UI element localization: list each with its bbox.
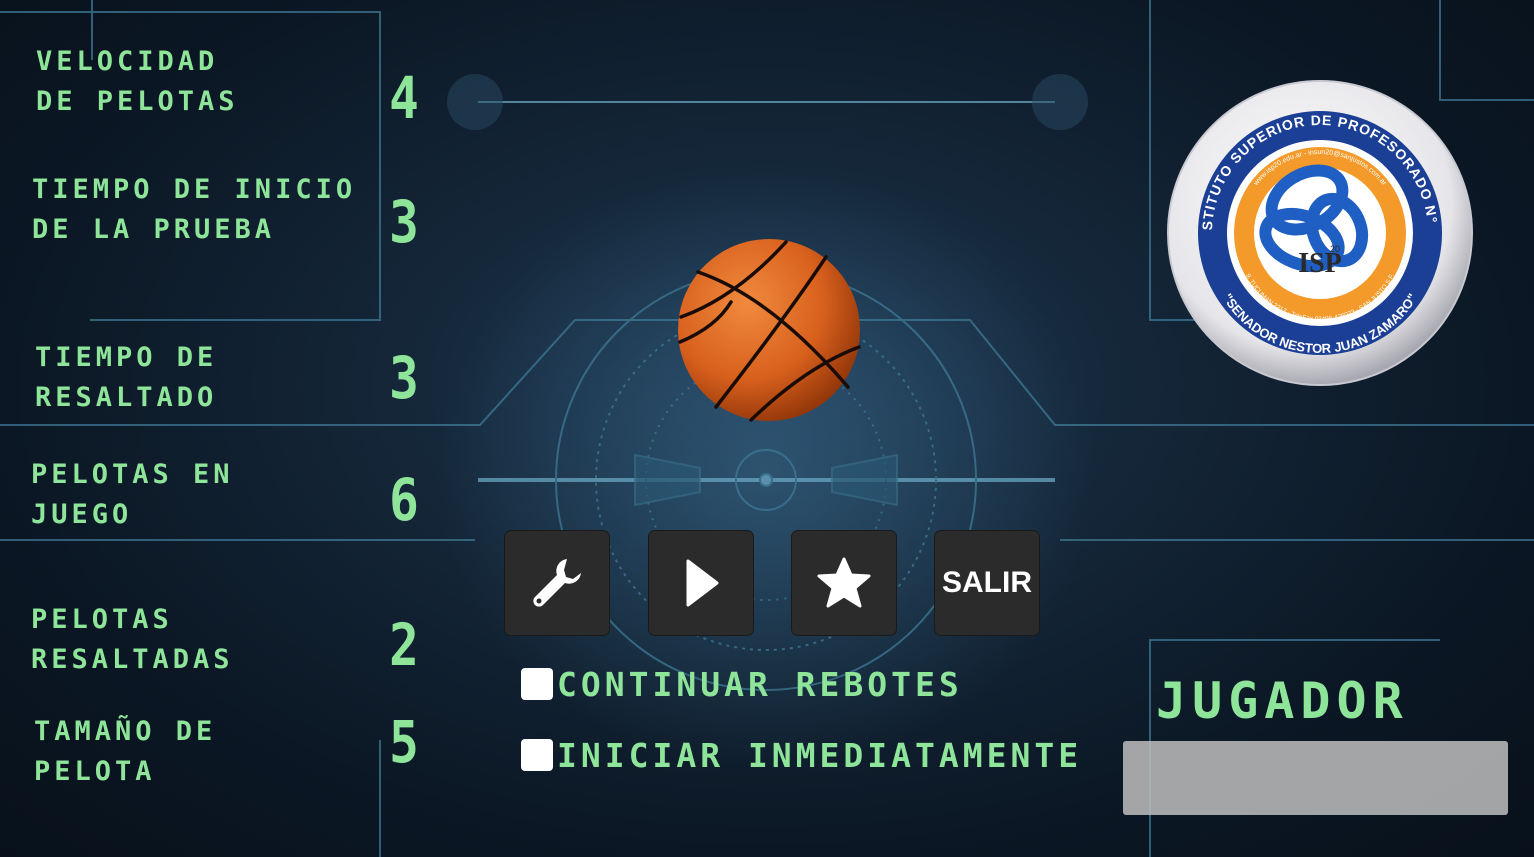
setting-label-ball-size: TAMAÑO DE PELOTA	[34, 716, 217, 787]
setting-value-speed[interactable]: 4	[386, 68, 422, 128]
setting-value-highlight-time[interactable]: 3	[386, 348, 422, 408]
setting-value-highlighted-balls[interactable]: 2	[386, 615, 422, 675]
continue-rebounds-option[interactable]: CONTINUAR REBOTES	[521, 664, 963, 704]
institute-logo: INSTITUTO SUPERIOR DE PROFESORADO N° 20 …	[1167, 80, 1473, 386]
player-title: JUGADOR	[1156, 672, 1409, 730]
setting-label-highlighted-balls: PELOTAS RESALTADAS	[31, 604, 234, 675]
setting-label-start-time: TIEMPO DE INICIO DE LA PRUEBA	[32, 174, 357, 245]
start-immediately-option[interactable]: INICIAR INMEDIATAMENTE	[521, 735, 1082, 775]
basketball-icon	[678, 239, 861, 422]
exit-button[interactable]: SALIR	[935, 531, 1039, 635]
star-button[interactable]	[792, 531, 896, 635]
logo-monogram-number: 20	[1330, 244, 1340, 254]
setting-label-speed: VELOCIDAD DE PELOTAS	[36, 46, 239, 117]
continue-rebounds-checkbox[interactable]	[521, 668, 553, 700]
play-icon	[686, 559, 719, 607]
start-immediately-label: INICIAR INMEDIATAMENTE	[557, 735, 1083, 775]
star-icon	[817, 557, 871, 608]
setting-value-ball-size[interactable]: 5	[386, 712, 422, 772]
player-name-input[interactable]	[1123, 741, 1508, 815]
exit-button-label: SALIR	[942, 566, 1032, 599]
setting-label-balls-in-play: PELOTAS EN JUEGO	[31, 459, 234, 530]
settings-button[interactable]	[505, 531, 609, 635]
wrench-icon	[533, 559, 581, 607]
setting-value-start-time[interactable]: 3	[386, 192, 422, 252]
continue-rebounds-label: CONTINUAR REBOTES	[557, 664, 963, 704]
start-immediately-checkbox[interactable]	[521, 739, 553, 771]
setting-label-highlight-time: TIEMPO DE RESALTADO	[35, 342, 218, 413]
setting-value-balls-in-play[interactable]: 6	[386, 470, 422, 530]
play-button[interactable]	[649, 531, 753, 635]
